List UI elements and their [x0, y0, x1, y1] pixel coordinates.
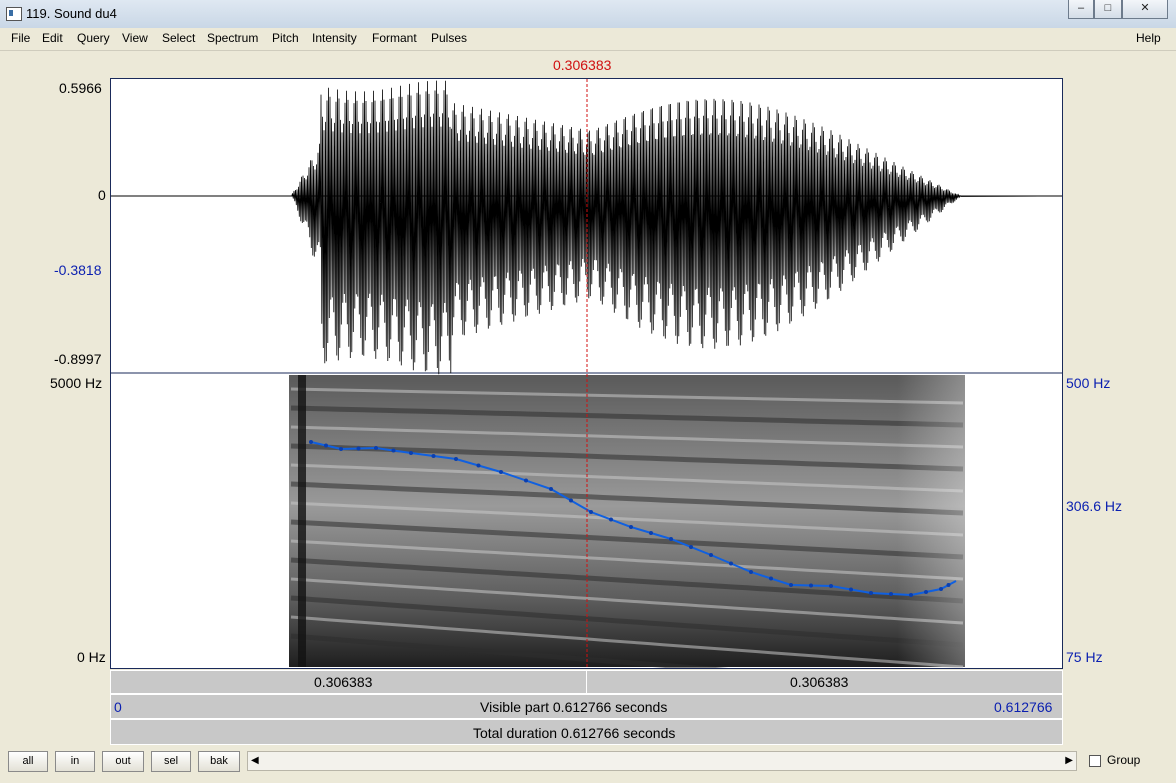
pitch-point [374, 446, 378, 450]
pitch-point [909, 593, 913, 597]
pitch-point [729, 561, 733, 566]
waveform-min-label: -0.8997 [54, 351, 102, 367]
scroll-right-icon[interactable]: ▶ [1065, 755, 1073, 766]
pitch-point [769, 576, 773, 581]
pitch-point [476, 463, 481, 468]
pitch-point [549, 487, 553, 491]
maximize-icon: □ [1104, 2, 1112, 14]
pitch-mid-label: 306.6 Hz [1066, 498, 1123, 514]
menu-query[interactable]: Query [77, 31, 110, 45]
pitch-point [391, 448, 396, 453]
pitch-point [431, 454, 436, 458]
pitch-point [749, 570, 753, 574]
zoom-in-button[interactable]: in [55, 751, 95, 772]
menu-formant[interactable]: Formant [372, 31, 417, 45]
total-duration-label: Total duration 0.612766 seconds [473, 725, 676, 741]
pitch-point [629, 525, 633, 529]
close-icon: ✕ [1140, 2, 1150, 14]
zoom-out-button[interactable]: out [102, 751, 144, 772]
app-icon [6, 7, 22, 21]
menu-edit[interactable]: Edit [42, 31, 63, 45]
pitch-point [324, 443, 328, 448]
total-duration-bar[interactable]: Total duration 0.612766 seconds [110, 719, 1063, 745]
waveform-max-label: 0.5966 [59, 80, 102, 96]
pitch-point [924, 590, 928, 594]
pitch-min-label: 75 Hz [1066, 649, 1103, 665]
maximize-button[interactable]: □ [1094, 0, 1122, 19]
minimize-button[interactable]: – [1068, 0, 1094, 19]
pitch-point [869, 591, 873, 595]
cursor-time-label: 0.306383 [553, 57, 612, 73]
title-bar: 119. Sound du4 – □ ✕ [0, 0, 1176, 29]
zoom-sel-button[interactable]: sel [151, 751, 191, 772]
menu-view[interactable]: View [122, 31, 148, 45]
pitch-point [409, 451, 413, 455]
zoom-all-button[interactable]: all [8, 751, 48, 772]
spectrogram-image [289, 375, 965, 668]
pitch-point [356, 446, 361, 451]
minimize-icon: – [1077, 2, 1085, 14]
bottom-toolbar: all in out sel bak ◀ ▶ Group [0, 746, 1176, 783]
pitch-point [789, 583, 793, 587]
pitch-point [524, 478, 528, 483]
time-bar[interactable]: 0.306383 0.306383 [110, 670, 1063, 694]
pitch-point [889, 592, 893, 596]
close-button[interactable]: ✕ [1122, 0, 1168, 19]
menu-pitch[interactable]: Pitch [272, 31, 299, 45]
pitch-point [946, 583, 951, 587]
pitch-point [309, 440, 313, 444]
spectrogram-fmax-label: 5000 Hz [50, 375, 103, 391]
group-checkbox-box[interactable] [1089, 754, 1101, 767]
pitch-point [939, 587, 943, 591]
visible-end-label: 0.612766 [994, 699, 1053, 715]
time-bar-left-value: 0.306383 [314, 674, 373, 690]
menu-select[interactable]: Select [162, 31, 195, 45]
pitch-point [849, 587, 853, 592]
pitch-point [829, 584, 833, 588]
menu-intensity[interactable]: Intensity [312, 31, 357, 45]
spectrogram-fmin-label: 0 Hz [77, 649, 106, 665]
pitch-point [709, 553, 713, 557]
time-bar-right-value: 0.306383 [790, 674, 849, 690]
zoom-back-button[interactable]: bak [198, 751, 240, 772]
visible-start-label: 0 [114, 699, 122, 715]
pitch-point [669, 537, 673, 541]
horizontal-scrollbar[interactable]: ◀ ▶ [247, 751, 1077, 771]
pitch-point [609, 517, 613, 522]
window-title: 119. Sound du4 [26, 6, 117, 21]
waveform-cursor-label: -0.3818 [54, 262, 102, 278]
group-checkbox[interactable]: Group [1089, 753, 1140, 767]
pitch-point [339, 447, 343, 451]
waveform-zero-label: 0 [98, 187, 106, 203]
pitch-point [454, 457, 458, 461]
menu-bar: File Edit Query View Select Spectrum Pit… [0, 28, 1176, 51]
pitch-point [499, 470, 503, 474]
pitch-point [809, 583, 813, 588]
scroll-left-icon[interactable]: ◀ [251, 755, 259, 766]
menu-help[interactable]: Help [1136, 31, 1161, 45]
group-label: Group [1107, 753, 1141, 767]
pitch-point [689, 545, 693, 549]
visible-part-label: Visible part 0.612766 seconds [480, 699, 668, 715]
pitch-point [649, 531, 653, 535]
sound-editor-canvas[interactable] [110, 78, 1063, 669]
visible-part-bar[interactable]: 0 Visible part 0.612766 seconds 0.612766 [110, 694, 1063, 719]
pitch-point [589, 510, 593, 514]
pitch-max-label: 500 Hz [1066, 375, 1111, 391]
menu-file[interactable]: File [11, 31, 30, 45]
menu-spectrum[interactable]: Spectrum [207, 31, 258, 45]
pitch-point [569, 498, 573, 503]
menu-pulses[interactable]: Pulses [431, 31, 467, 45]
